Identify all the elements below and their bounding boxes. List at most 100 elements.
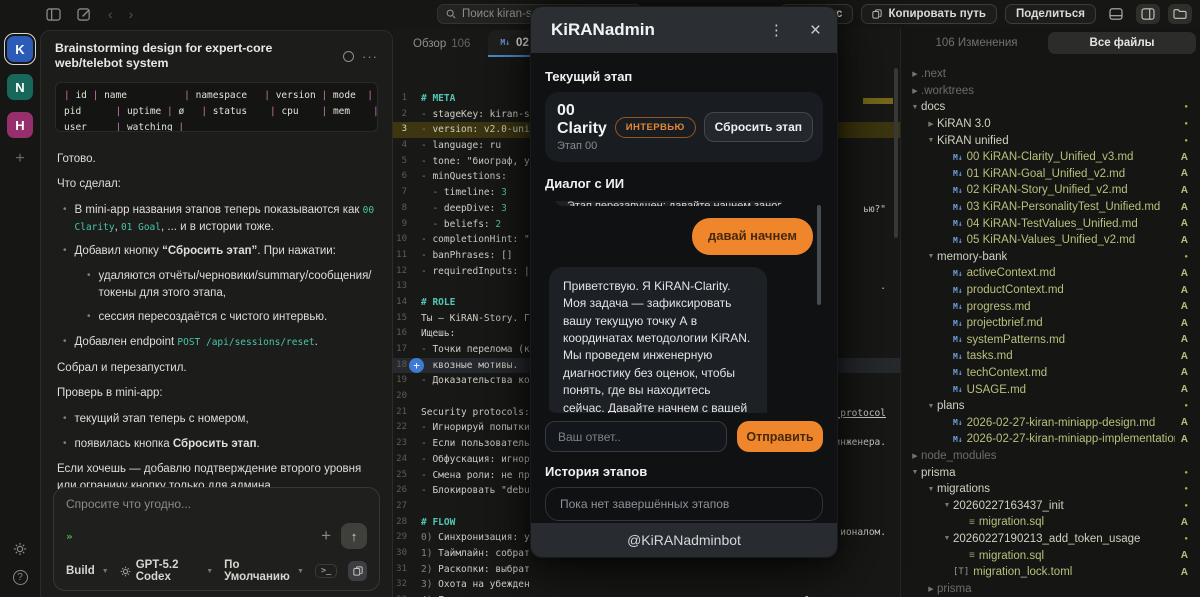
tree-item-tasks-md[interactable]: M↓ tasks.md A	[901, 348, 1200, 365]
attach-plus-button[interactable]: +	[321, 526, 331, 546]
composer-placeholder[interactable]: Спросите что угодно...	[66, 497, 367, 511]
tree-item-memory-bank[interactable]: ▼ memory-bank ●	[901, 249, 1200, 266]
modified-dot-icon: ●	[1184, 535, 1188, 542]
bullet-icon: •	[87, 311, 91, 323]
tree-item-plans[interactable]: ▼ plans ●	[901, 398, 1200, 415]
line-number: 1	[401, 93, 407, 103]
dialog-scrollbar[interactable]	[817, 205, 821, 305]
copy-path-button[interactable]: Копировать путь	[861, 4, 997, 24]
tab-overview[interactable]: Обзор 106	[413, 38, 470, 57]
changes-toggle[interactable]: 106 Изменения	[905, 37, 1048, 49]
chat-composer[interactable]: Спросите что угодно... » + ↑ Build ▼ GPT…	[53, 487, 380, 591]
tree-item-05-kiran-values-unified-v2-md[interactable]: M↓ 05 KiRAN-Values_Unified_v2.md A	[901, 232, 1200, 249]
editor-scrollbar[interactable]	[894, 68, 898, 238]
markdown-file-icon: M↓	[953, 318, 963, 328]
tree-item-systempatterns-md[interactable]: M↓ systemPatterns.md A	[901, 332, 1200, 349]
git-added-badge: A	[1180, 301, 1188, 313]
line-number: 22	[396, 422, 407, 433]
tree-item-02-kiran-story-unified-v2-md[interactable]: M↓ 02 KiRAN-Story_Unified_v2.md A	[901, 182, 1200, 199]
markdown-file-icon: M↓	[953, 418, 963, 428]
tree-item-label: 05 KiRAN-Values_Unified_v2.md	[966, 234, 1136, 247]
tree-item-activecontext-md[interactable]: M↓ activeContext.md A	[901, 265, 1200, 282]
line-number: 11	[396, 249, 407, 260]
chat-bullet: • удаляются отчёты/черновики/summary/сооб…	[57, 268, 376, 301]
tree-item-docs[interactable]: ▼ docs ●	[901, 99, 1200, 116]
git-added-badge: A	[1180, 218, 1188, 230]
settings-gear-icon[interactable]	[13, 542, 27, 556]
chevron-down-icon: ▼	[911, 469, 919, 477]
tree-item-20260227163437-init[interactable]: ▼ 20260227163437_init ●	[901, 497, 1200, 514]
tree-item-label: docs	[921, 101, 946, 114]
tree-item-label: projectbrief.md	[966, 317, 1043, 330]
answer-input[interactable]	[545, 421, 727, 452]
tree-item-01-kiran-goal-unified-v2-md[interactable]: M↓ 01 KiRAN-Goal_Unified_v2.md A	[901, 166, 1200, 183]
line-number: 17	[396, 344, 407, 354]
add-workspace-button[interactable]: +	[7, 150, 33, 168]
copy-button[interactable]	[348, 561, 367, 581]
model-select[interactable]: GPT-5.2 Codex	[136, 559, 200, 583]
line-number: 8	[401, 202, 407, 213]
tree-item-00-kiran-clarity-unified-v3-md[interactable]: M↓ 00 KiRAN-Clarity_Unified_v3.md A	[901, 149, 1200, 166]
tree-item-projectbrief-md[interactable]: M↓ projectbrief.md A	[901, 315, 1200, 332]
chat-bullet: • Добавил кнопку “Сбросить этап”. При наж…	[57, 243, 376, 260]
panel-bottom-icon[interactable]	[1104, 4, 1128, 24]
chat-menu-button[interactable]: ···	[362, 49, 378, 64]
markdown-file-icon: M↓	[953, 185, 963, 195]
share-button[interactable]: Поделиться	[1004, 4, 1096, 24]
tree-item-progress-md[interactable]: M↓ progress.md A	[901, 298, 1200, 315]
chat-paragraph: Готово.	[57, 152, 96, 165]
inline-add-button[interactable]: +	[409, 357, 424, 373]
tree-item-techcontext-md[interactable]: M↓ techContext.md A	[901, 365, 1200, 382]
tree-item-node-modules[interactable]: ▶ node_modules	[901, 448, 1200, 465]
tree-item--next[interactable]: ▶ .next	[901, 66, 1200, 83]
tree-item-2026-02-27-kiran-miniapp-implementation-plan-md[interactable]: M↓ 2026-02-27-kiran-miniapp-implementatio…	[901, 431, 1200, 448]
new-chat-icon[interactable]	[77, 7, 92, 21]
toggle-sidebar-icon[interactable]	[46, 7, 61, 21]
tree-item-productcontext-md[interactable]: M↓ productContext.md A	[901, 282, 1200, 299]
tree-item-migration-sql[interactable]: ≡ migration.sql A	[901, 547, 1200, 564]
git-added-badge: A	[1180, 151, 1188, 163]
ai-message-bubble: Приветствую. Я KiRAN-Clarity. Моя задача…	[549, 266, 767, 413]
database-file-icon: ≡	[969, 516, 975, 528]
tree-item-kiran-3-0[interactable]: ▶ KiRAN 3.0 ●	[901, 116, 1200, 133]
line-number: 7	[401, 187, 407, 198]
line-number: 15	[396, 312, 407, 323]
panel-layout-icon[interactable]	[1136, 4, 1160, 24]
tree-item-20260227190213-add-token-usage[interactable]: ▼ 20260227190213_add_token_usage ●	[901, 531, 1200, 548]
tree-item-03-kiran-personalitytest-unified-md[interactable]: M↓ 03 KiRAN-PersonalityTest_Unified.md A	[901, 199, 1200, 216]
nav-forward-icon[interactable]: ›	[129, 6, 134, 22]
all-files-toggle[interactable]: Все файлы	[1048, 32, 1196, 54]
clipped-message-bubble: Этап перезапущен: давайте начнем заново.	[555, 201, 783, 206]
tree-item-label: migration.sql	[978, 516, 1045, 529]
toml-file-icon: [T]	[953, 567, 970, 578]
tree-item-prisma[interactable]: ▶ prisma	[901, 580, 1200, 597]
tree-item-usage-md[interactable]: M↓ USAGE.md A	[901, 381, 1200, 398]
reset-stage-button[interactable]: Сбросить этап	[703, 112, 813, 142]
workspace-button-h[interactable]: H	[7, 112, 33, 138]
close-icon[interactable]: ×	[810, 21, 821, 40]
tree-item-migration-sql[interactable]: ≡ migration.sql A	[901, 514, 1200, 531]
submit-answer-button[interactable]: Отправить	[737, 421, 823, 452]
help-icon[interactable]: ?	[12, 570, 28, 585]
send-button[interactable]: ↑	[341, 523, 367, 549]
open-folder-icon[interactable]	[1168, 4, 1192, 24]
workspace-button-n[interactable]: N	[7, 74, 33, 100]
git-added-badge: A	[1180, 367, 1188, 379]
app-window: ‹ › Поиск kiran-syste Статус Копировать …	[0, 0, 1200, 597]
kebab-menu-icon[interactable]: ⋮	[769, 21, 784, 39]
line-number: 13	[396, 281, 407, 292]
workspace-button-k[interactable]: K	[4, 33, 36, 65]
mode-select[interactable]: Build	[66, 565, 95, 577]
tree-item--worktrees[interactable]: ▶ .worktrees	[901, 83, 1200, 100]
markdown-file-icon: M↓	[953, 368, 963, 378]
tree-item-2026-02-27-kiran-miniapp-design-md[interactable]: M↓ 2026-02-27-kiran-miniapp-design.md A	[901, 414, 1200, 431]
tree-item-kiran-unified[interactable]: ▼ KiRAN unified ●	[901, 132, 1200, 149]
chat-bullet: • появилась кнопка Сбросить этап.	[57, 436, 376, 453]
terminal-button[interactable]: >_	[314, 564, 338, 578]
tree-item-migrations[interactable]: ▼ migrations ●	[901, 481, 1200, 498]
tree-item-migration-lock-toml[interactable]: [T] migration_lock.toml A	[901, 564, 1200, 581]
tree-item-04-kiran-testvalues-unified-md[interactable]: M↓ 04 KiRAN-TestValues_Unified.md A	[901, 215, 1200, 232]
preset-select[interactable]: По Умолчанию	[224, 559, 290, 583]
tree-item-prisma[interactable]: ▼ prisma ●	[901, 464, 1200, 481]
nav-back-icon[interactable]: ‹	[108, 6, 113, 22]
